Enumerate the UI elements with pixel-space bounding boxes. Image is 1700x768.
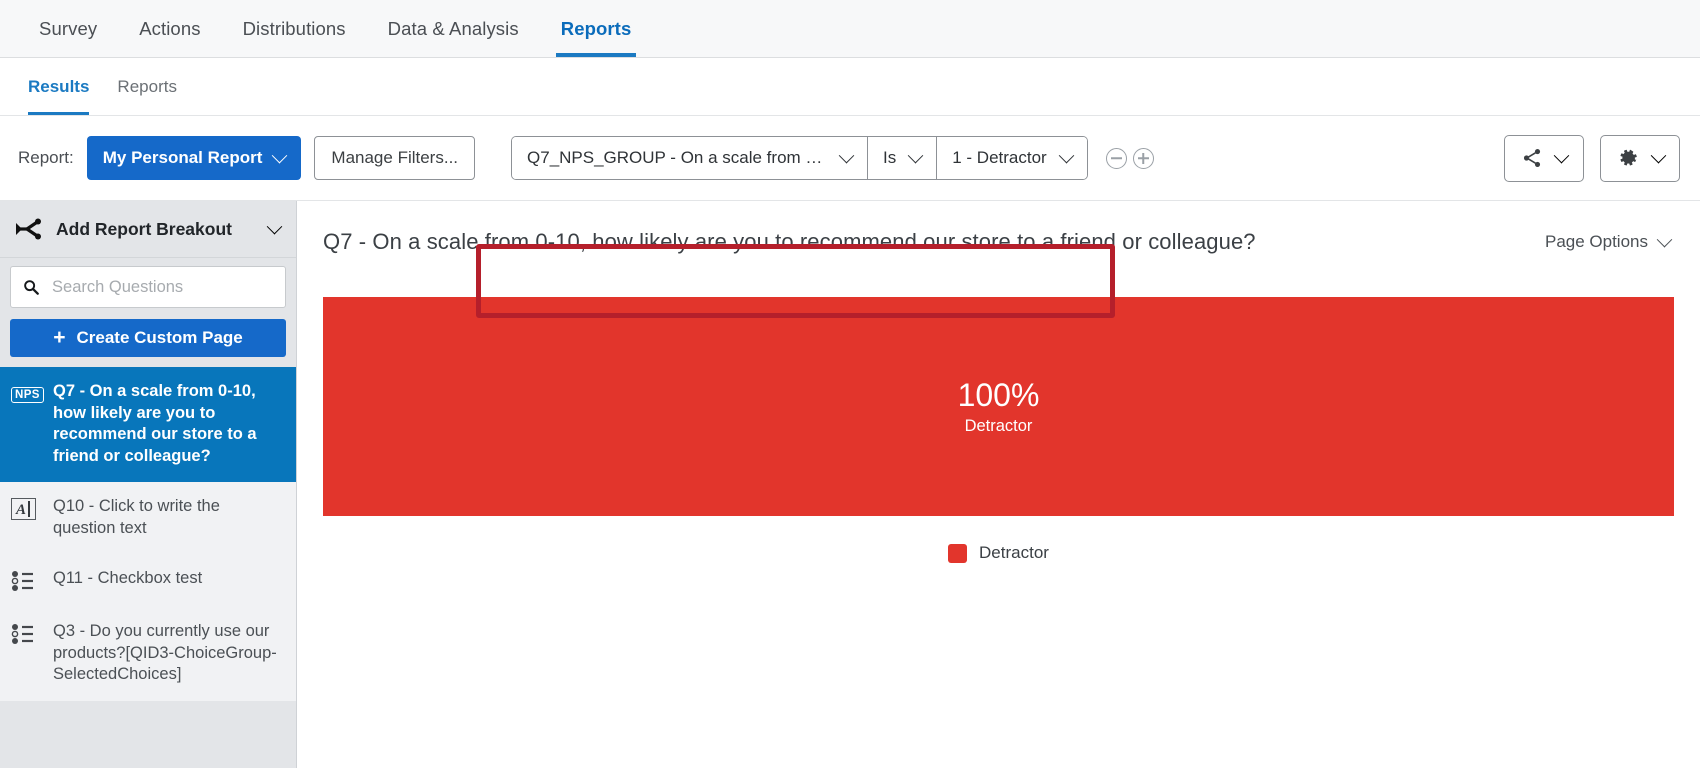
share-icon	[1523, 149, 1541, 167]
filter-value-label: 1 - Detractor	[952, 148, 1047, 167]
add-report-breakout-label: Add Report Breakout	[56, 218, 232, 239]
search-questions-input[interactable]	[50, 276, 273, 298]
sidebar-question-label: Q7 - On a scale from 0-10, how likely ar…	[53, 382, 257, 465]
filter-field-dropdown[interactable]: Q7_NPS_GROUP - On a scale from 0-1...	[512, 137, 868, 179]
chart-legend: Detractor	[323, 543, 1674, 563]
page-title: Q7 - On a scale from 0-10, how likely ar…	[323, 229, 1256, 254]
chevron-down-icon	[1650, 147, 1666, 163]
legend-label-detractor: Detractor	[979, 543, 1049, 562]
secondary-navigation: Results Reports	[0, 58, 1700, 116]
filter-add-remove-controls	[1105, 147, 1154, 169]
gear-icon	[1620, 149, 1637, 165]
filter-condition-group: Q7_NPS_GROUP - On a scale from 0-1... Is…	[511, 136, 1088, 180]
plus-icon: +	[53, 326, 66, 349]
search-questions-container	[0, 258, 296, 317]
create-custom-page-container: + Create Custom Page	[0, 317, 296, 367]
chevron-down-icon	[1058, 147, 1075, 163]
report-toolbar: Report: My Personal Report Manage Filter…	[0, 116, 1700, 318]
sidebar-question-q10[interactable]: A Q10 - Click to write the question text	[0, 482, 296, 554]
sidebar-question-q7[interactable]: NPS Q7 - On a scale from 0-10, how likel…	[0, 367, 296, 482]
report-selector-button[interactable]: My Personal Report	[86, 136, 302, 180]
plus-circle-icon[interactable]	[1132, 147, 1154, 169]
minus-circle-icon[interactable]	[1105, 147, 1127, 169]
nav-tab-actions[interactable]: Actions	[118, 0, 221, 57]
chevron-down-icon	[272, 147, 288, 163]
text-entry-icon: A	[11, 498, 36, 520]
toolbar-right-actions	[1504, 134, 1680, 182]
filter-operator-dropdown[interactable]: Is	[867, 137, 937, 179]
filter-operator-label: Is	[883, 148, 897, 167]
primary-navigation: Survey Actions Distributions Data & Anal…	[0, 0, 1700, 58]
page-options-button[interactable]: Page Options	[1544, 231, 1673, 252]
subnav-tab-results[interactable]: Results	[14, 58, 103, 115]
nav-tab-data-analysis[interactable]: Data & Analysis	[367, 0, 540, 57]
report-page-content: Q7 - On a scale from 0-10, how likely ar…	[297, 201, 1700, 768]
report-selector-label: My Personal Report	[102, 148, 263, 167]
create-custom-page-button[interactable]: + Create Custom Page	[10, 319, 286, 357]
nps-chart: 100% Detractor Detractor	[297, 297, 1700, 563]
chevron-down-icon	[266, 218, 283, 234]
questions-sidebar: Add Report Breakout + Create Custom Page…	[0, 201, 297, 768]
filter-field-label: Q7_NPS_GROUP - On a scale from 0-1...	[527, 148, 828, 167]
chevron-down-icon	[838, 147, 855, 163]
nav-tab-reports[interactable]: Reports	[540, 0, 653, 57]
stacked-bar-track: 100% Detractor	[323, 297, 1674, 516]
nps-badge-label: NPS	[11, 387, 44, 403]
multiple-choice-icon	[11, 571, 33, 591]
search-icon	[24, 280, 39, 295]
manage-filters-button[interactable]: Manage Filters...	[314, 136, 476, 180]
nps-badge-icon: NPS	[11, 381, 44, 405]
chevron-down-icon	[1656, 231, 1673, 247]
search-questions-box[interactable]	[10, 266, 286, 308]
multiple-choice-icon	[11, 624, 33, 644]
sidebar-question-label: Q10 - Click to write the question text	[53, 497, 220, 537]
settings-button[interactable]	[1600, 134, 1680, 182]
bar-segment-detractor[interactable]: 100% Detractor	[323, 297, 1674, 516]
subnav-tab-reports[interactable]: Reports	[103, 58, 191, 115]
sidebar-question-label: Q11 - Checkbox test	[53, 569, 203, 587]
create-custom-page-label: Create Custom Page	[76, 328, 243, 347]
sidebar-question-q11[interactable]: Q11 - Checkbox test	[0, 554, 296, 607]
chevron-down-icon	[1553, 147, 1570, 163]
nav-tab-distributions[interactable]: Distributions	[222, 0, 367, 57]
chevron-down-icon	[907, 147, 924, 163]
filter-value-dropdown[interactable]: 1 - Detractor	[936, 137, 1087, 179]
sidebar-question-q3[interactable]: Q3 - Do you currently use our products?[…	[0, 607, 296, 701]
report-label: Report:	[18, 148, 74, 167]
add-report-breakout-button[interactable]: Add Report Breakout	[0, 201, 296, 258]
sidebar-question-label: Q3 - Do you currently use our products?[…	[53, 622, 277, 683]
page-header: Q7 - On a scale from 0-10, how likely ar…	[297, 201, 1700, 255]
legend-swatch-detractor	[948, 543, 968, 563]
nav-tab-survey[interactable]: Survey	[18, 0, 118, 57]
share-button[interactable]	[1504, 134, 1584, 182]
bar-value-label: 100%	[957, 376, 1040, 413]
bar-category-label: Detractor	[964, 416, 1033, 435]
breakout-branch-icon	[16, 218, 41, 240]
page-options-label: Page Options	[1544, 232, 1648, 251]
